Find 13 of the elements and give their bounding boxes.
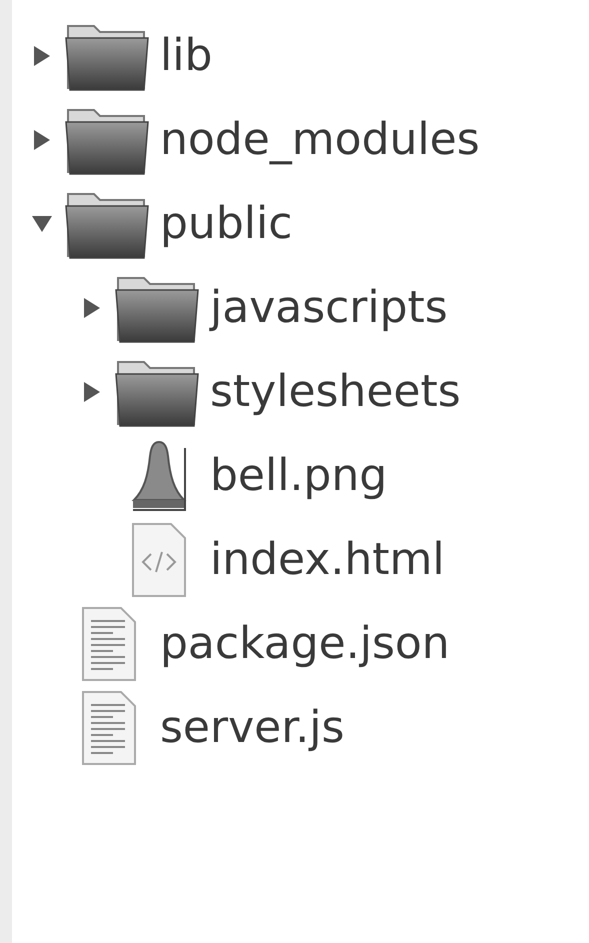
bell-icon: [129, 438, 189, 514]
file-name[interactable]: package.json: [160, 611, 450, 677]
folder-name[interactable]: javascripts: [210, 275, 448, 341]
file-name[interactable]: index.html: [210, 527, 445, 593]
code-file-icon: [129, 522, 189, 598]
file-name[interactable]: bell.png: [210, 443, 388, 509]
folder-name[interactable]: stylesheets: [210, 359, 461, 425]
text-file-icon: [79, 690, 139, 766]
folder-name[interactable]: public: [160, 191, 292, 257]
folder-name[interactable]: node_modules: [160, 107, 480, 173]
file-name[interactable]: server.js: [160, 695, 344, 761]
text-file-icon: [79, 606, 139, 682]
folder-name[interactable]: lib: [160, 23, 212, 89]
